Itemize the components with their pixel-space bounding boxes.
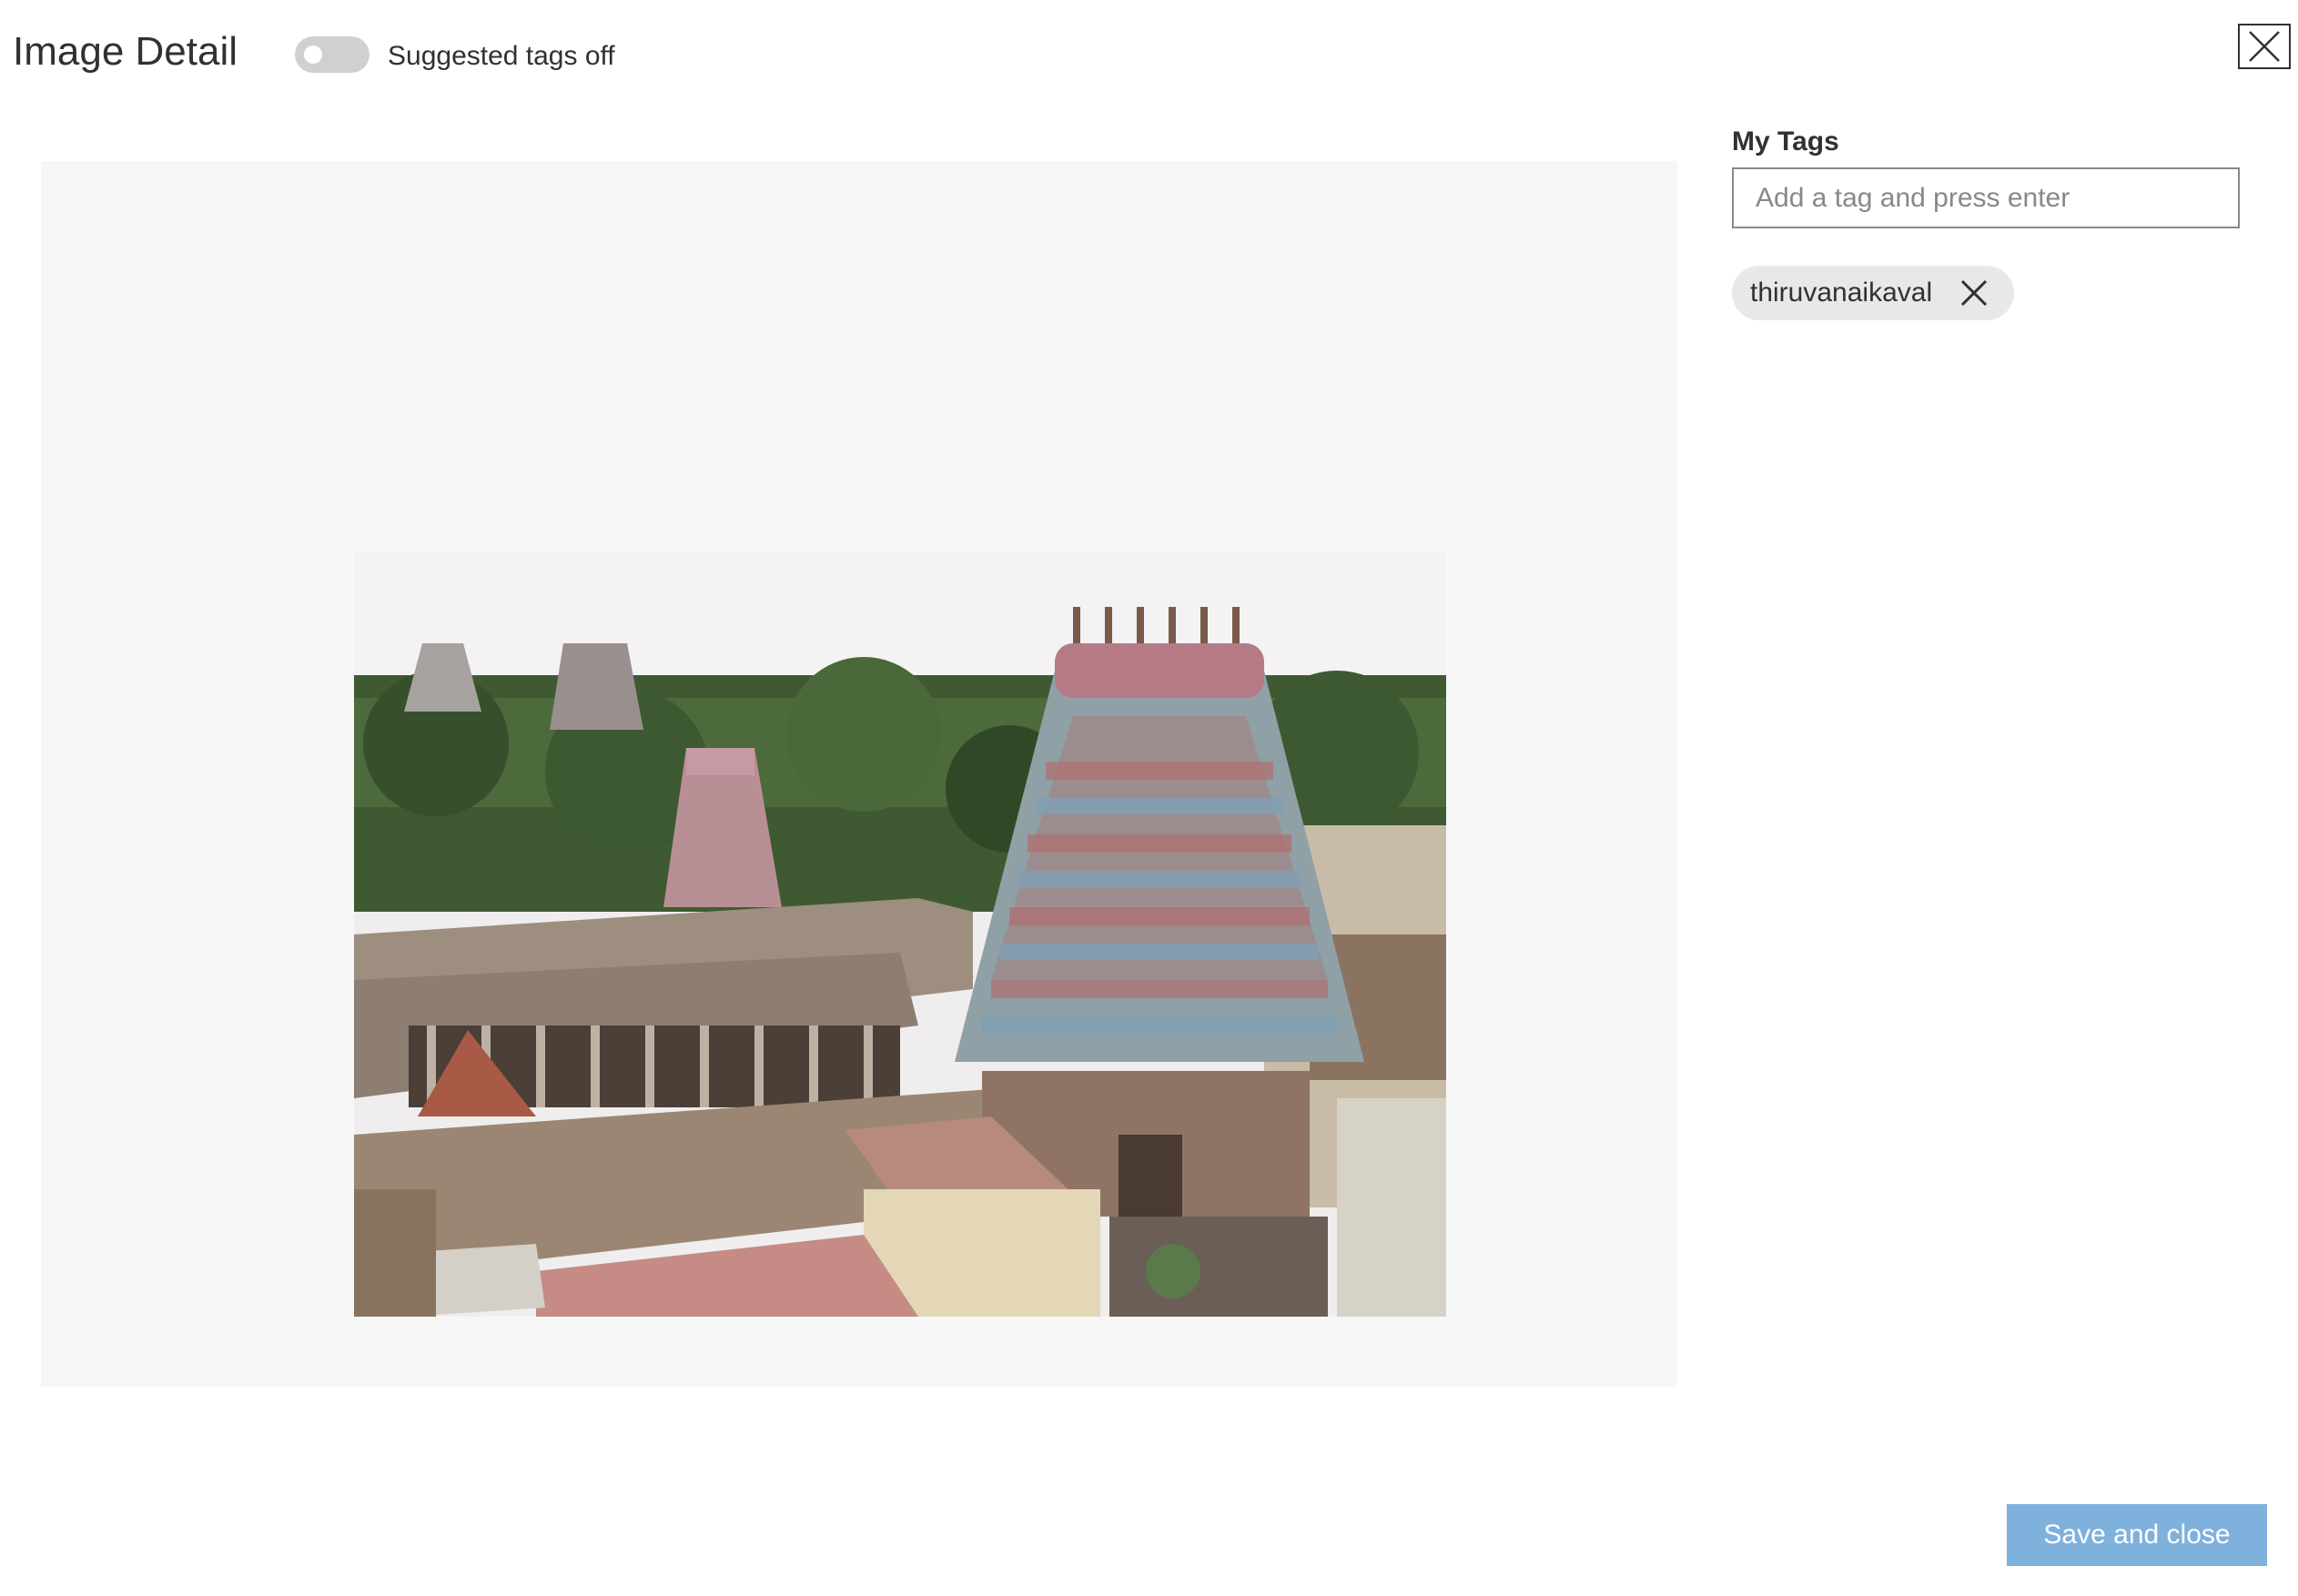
save-and-close-button[interactable]: Save and close [2007,1504,2267,1566]
temple-photo [354,552,1446,1317]
image-detail-panel: Image Detail Suggested tags off My Tags … [0,0,2298,1596]
close-icon [1961,279,1988,307]
remove-tag-button[interactable] [1959,278,1989,308]
page-title: Image Detail [13,29,238,74]
toggle-knob [304,45,322,64]
tag-label: thiruvanaikaval [1750,278,1933,308]
suggested-tags-toggle[interactable] [295,36,370,73]
tag-input[interactable] [1732,167,2240,228]
suggested-tags-label: Suggested tags off [388,41,615,71]
close-button[interactable] [2238,24,2291,69]
my-tags-heading: My Tags [1732,126,1839,157]
close-icon [2249,31,2280,62]
image-preview-area [41,161,1677,1387]
tag-chip: thiruvanaikaval [1732,266,2015,320]
